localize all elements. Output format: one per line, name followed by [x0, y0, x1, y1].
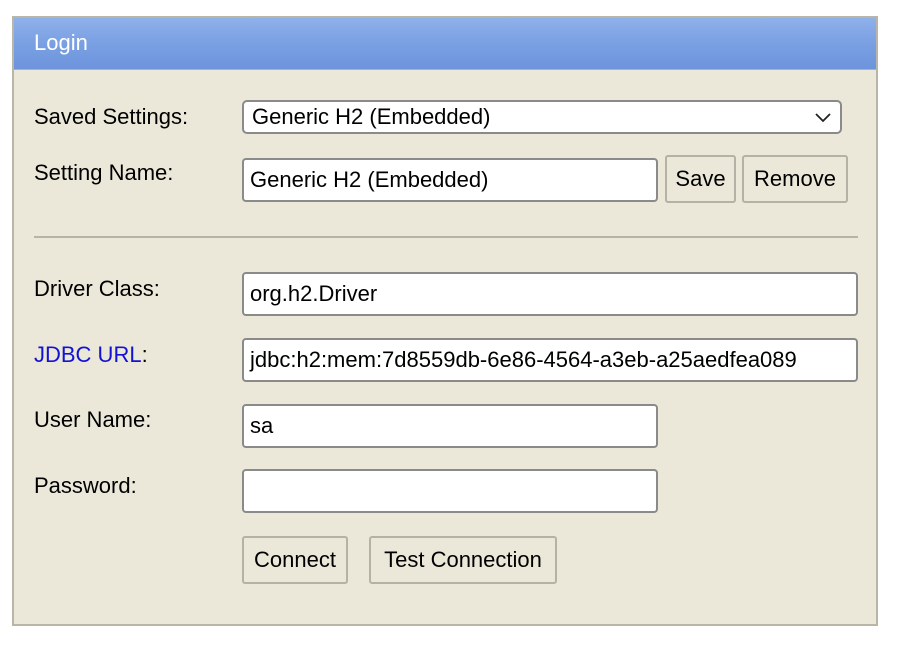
jdbc-url-link[interactable]: JDBC URL	[34, 342, 142, 367]
login-title: Login	[34, 30, 88, 55]
connect-button[interactable]: Connect	[242, 536, 348, 584]
jdbc-url-input[interactable]: jdbc:h2:mem:7d8559db-6e86-4564-a3eb-a25a…	[242, 338, 858, 382]
save-button[interactable]: Save	[665, 155, 736, 203]
user-name-input[interactable]: sa	[242, 404, 658, 448]
saved-settings-value: Generic H2 (Embedded)	[252, 104, 491, 129]
driver-class-label: Driver Class:	[34, 276, 160, 301]
test-connection-button[interactable]: Test Connection	[369, 536, 557, 584]
jdbc-url-colon: :	[141, 342, 148, 367]
login-panel: Login Saved Settings: Generic H2 (Embedd…	[12, 16, 878, 626]
divider	[34, 236, 858, 238]
setting-name-input[interactable]: Generic H2 (Embedded)	[242, 158, 658, 202]
remove-button[interactable]: Remove	[742, 155, 848, 203]
driver-class-input[interactable]: org.h2.Driver	[242, 272, 858, 316]
login-header: Login	[14, 18, 876, 70]
setting-name-label: Setting Name:	[34, 160, 174, 185]
password-input[interactable]	[242, 469, 658, 513]
saved-settings-select[interactable]: Generic H2 (Embedded)	[242, 100, 842, 134]
jdbc-url-label: JDBC URL:	[34, 342, 148, 368]
saved-settings-label: Saved Settings:	[34, 104, 189, 129]
chevron-down-icon	[815, 113, 831, 123]
user-name-label: User Name:	[34, 407, 152, 432]
password-label: Password:	[34, 473, 137, 498]
